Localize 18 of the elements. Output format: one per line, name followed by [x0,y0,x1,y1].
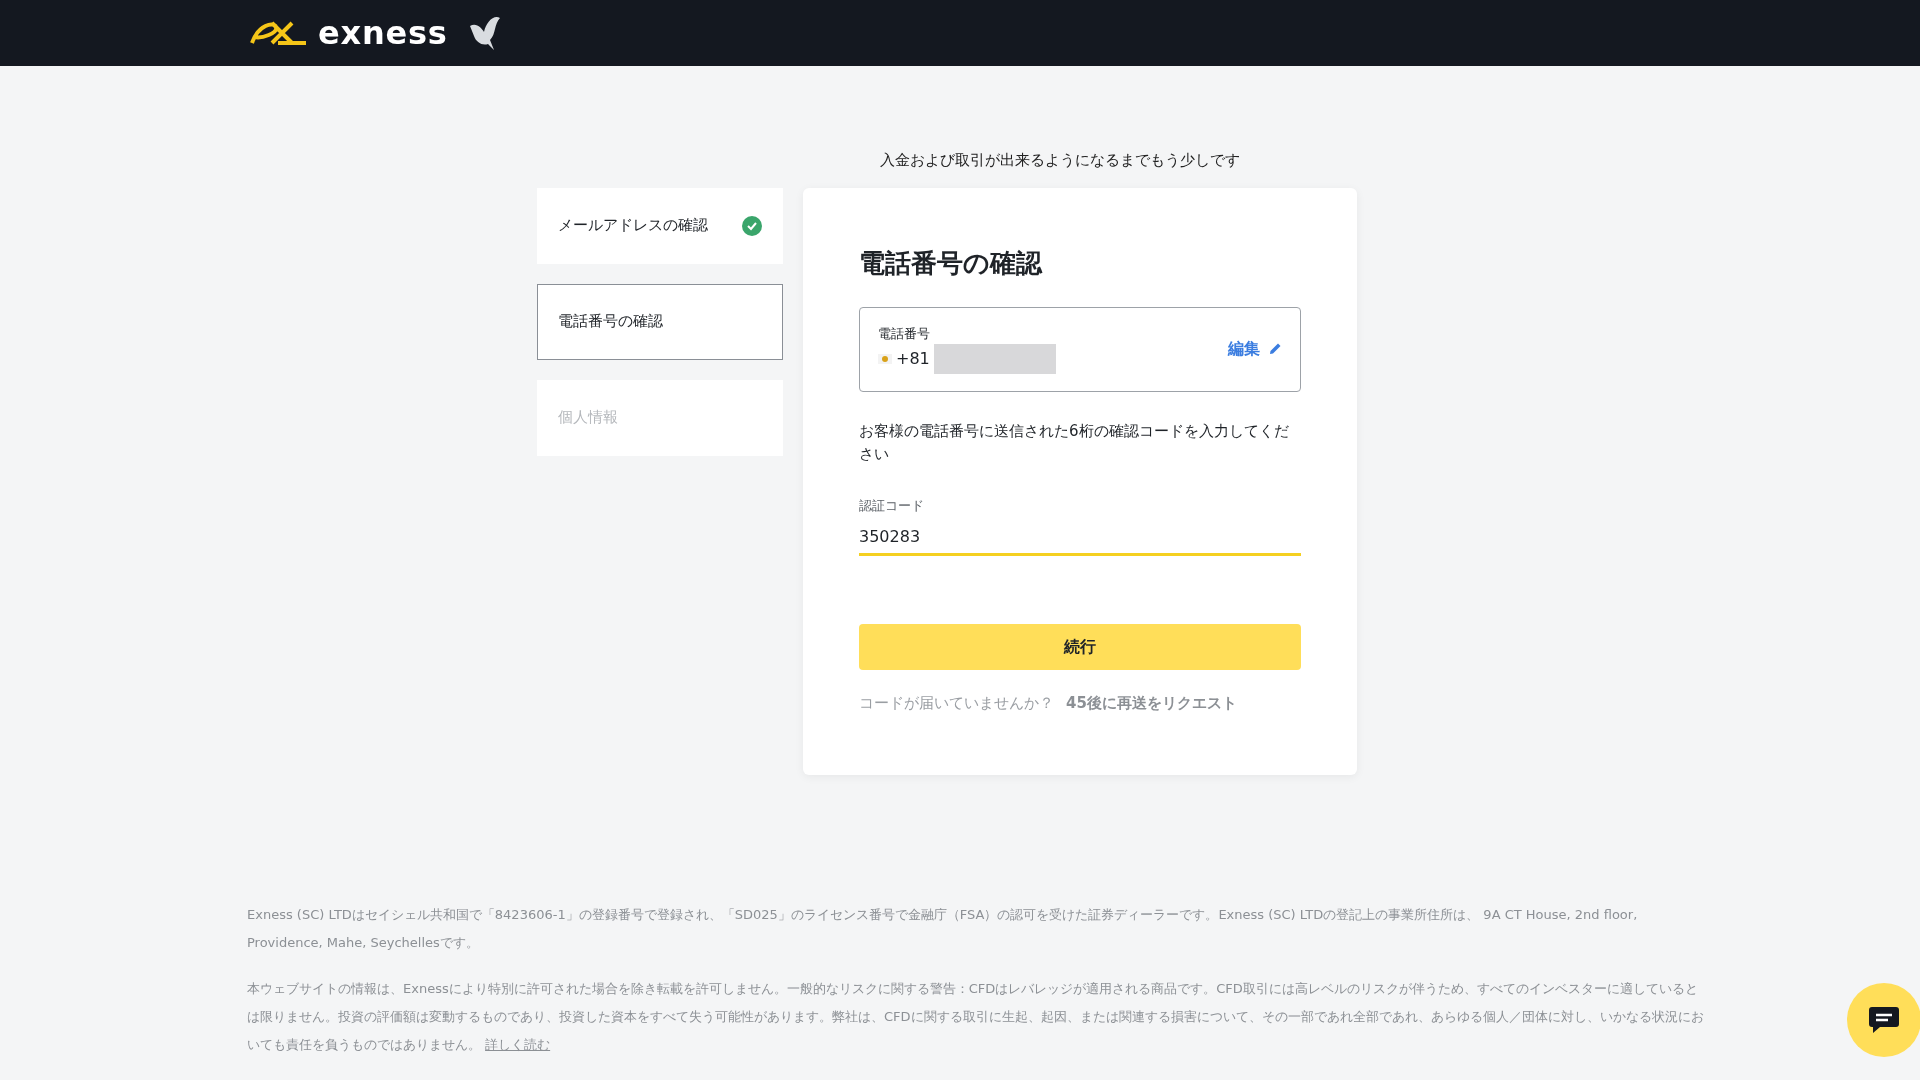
code-label: 認証コード [859,496,925,515]
phone-prefix: +81 [896,347,930,370]
chat-icon [1868,1005,1900,1035]
subtitle: 入金および取引が出来るようになるまでもう少しです [880,150,1240,171]
phone-label: 電話番号 [878,325,931,344]
code-input[interactable]: 350283 [859,525,1301,556]
card-title: 電話番号の確認 [859,246,1044,280]
logo-text: exness [318,17,448,49]
flag-icon [878,353,892,364]
step-item[interactable]: メールアドレスの確認 [537,187,783,264]
step-item[interactable]: 電話番号の確認 [537,283,783,360]
instruction-text: お客様の電話番号に送信された6桁の確認コードを入力してください [859,420,1290,465]
resend-question: コードが届いていませんか？ [859,693,1054,714]
check-icon [742,215,762,236]
footer-paragraph: Exness (SC) LTDはセイシェル共和国で「8423606-1」の登録番号で登録され、「SD025」のライセンス番号で金融庁（FSA）の認可を受けた証券ディーラーです。Exness (SC) LTDの登記上の事業所住所は、 9A CT House, 2nd floor, Providence, Mahe, Seychellesです。 [247,905,1639,952]
pencil-icon [1268,342,1282,356]
continue-button[interactable]: 続行 [859,624,1301,670]
edit-button[interactable]: 編集 [1228,337,1282,361]
